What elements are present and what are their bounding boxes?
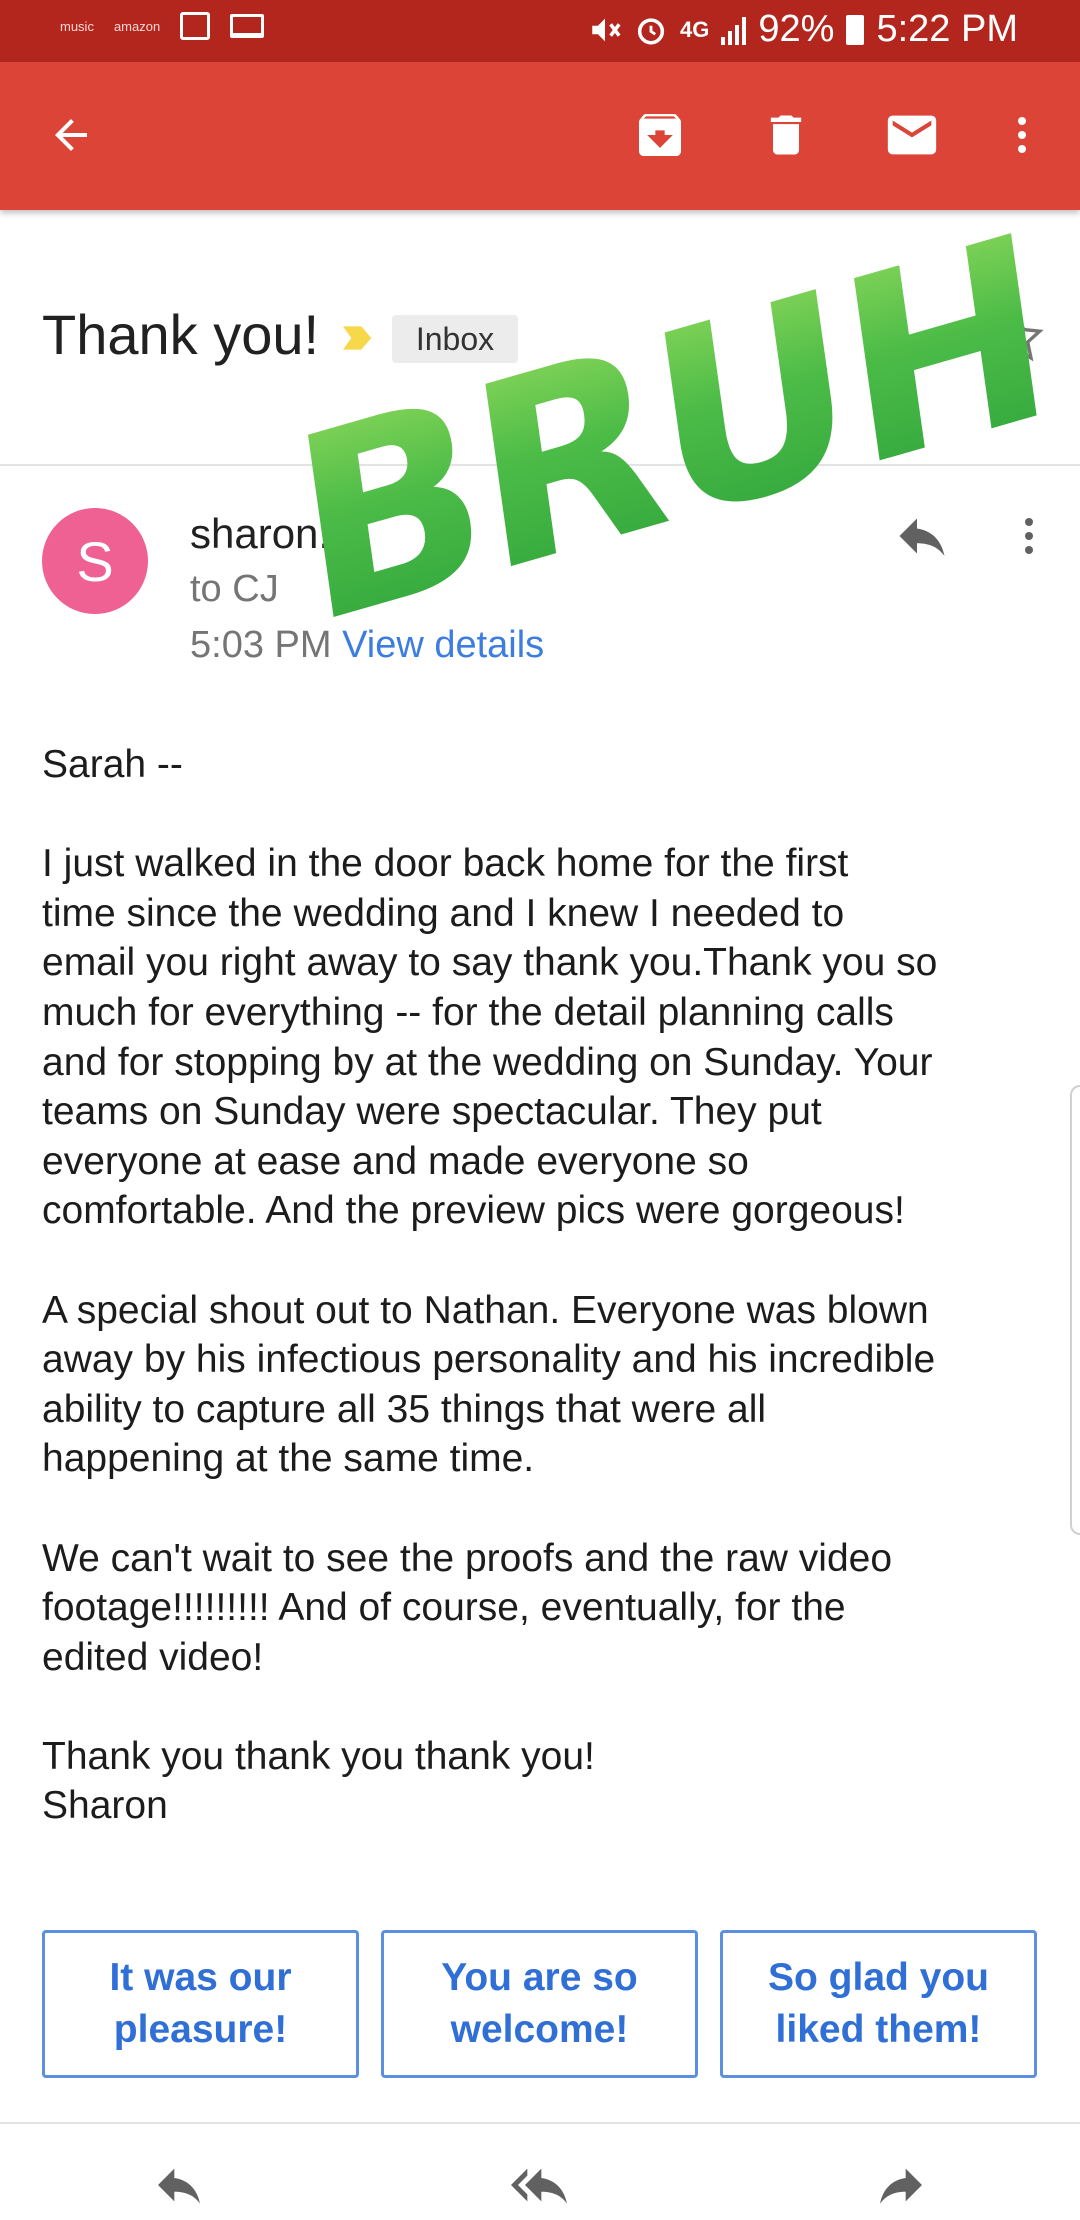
mute-icon: [592, 18, 621, 41]
scrollbar[interactable]: [1070, 1085, 1080, 1535]
body-paragraph: A special shout out to Nathan. Everyone …: [42, 1288, 936, 1481]
star-icon[interactable]: [988, 308, 1046, 371]
bottom-action-bar: [0, 2150, 1080, 2220]
app-bar: [0, 62, 1080, 210]
clock: 5:22 PM: [876, 8, 1018, 50]
body-paragraph: Thank you thank you thank you! Sharon: [42, 1734, 595, 1828]
status-bar-notifications: music amazon: [60, 12, 265, 40]
body-paragraph: Sarah --: [42, 743, 183, 786]
reply-all-icon[interactable]: [504, 2150, 574, 2220]
image-icon: [180, 12, 211, 40]
smart-reply-label: So glad you liked them!: [767, 1956, 989, 2051]
importance-marker-icon[interactable]: [338, 318, 378, 363]
smart-reply-label: You are so welcome!: [441, 1956, 638, 2051]
message-body: Sarah -- I just walked in the door back …: [42, 740, 1052, 1831]
laptop-icon: [230, 14, 265, 38]
reply-icon[interactable]: [892, 506, 952, 571]
forward-icon[interactable]: [866, 2150, 936, 2220]
message-meta: 5:03 PM View details: [190, 624, 544, 667]
sender-name: sharon.: [190, 510, 331, 557]
body-paragraph: We can't wait to see the proofs and the …: [42, 1536, 893, 1679]
message-more-icon[interactable]: [1005, 506, 1053, 571]
divider: [0, 2122, 1080, 2124]
delete-icon[interactable]: [751, 100, 821, 170]
smart-reply-button[interactable]: It was our pleasure!: [42, 1930, 359, 2078]
body-paragraph: I just walked in the door back home for …: [42, 842, 938, 1233]
battery-icon: [846, 14, 865, 45]
mark-unread-icon[interactable]: [877, 100, 947, 170]
view-details-link[interactable]: View details: [342, 624, 544, 666]
avatar[interactable]: S: [42, 508, 148, 614]
amazon-notification-icon: amazon: [113, 18, 161, 34]
status-bar: music amazon 4G 92% 5:22 PM: [0, 0, 1080, 62]
archive-icon[interactable]: [625, 100, 695, 170]
signal-icon: [721, 15, 747, 45]
smart-reply-label: It was our pleasure!: [109, 1956, 292, 2051]
more-vert-icon[interactable]: [987, 100, 1057, 170]
music-notification-icon: music: [60, 18, 94, 34]
inbox-label[interactable]: Inbox: [392, 315, 518, 363]
smart-replies: It was our pleasure! You are so welcome!…: [42, 1930, 1037, 2078]
back-arrow-icon[interactable]: [36, 100, 106, 170]
alarm-icon: [637, 17, 665, 45]
smart-reply-button[interactable]: You are so welcome!: [381, 1930, 698, 2078]
reply-icon[interactable]: [144, 2150, 214, 2220]
recipient-line: to CJ: [190, 568, 279, 610]
battery-percent: 92%: [758, 8, 835, 50]
divider: [0, 464, 1080, 466]
email-subject: Thank you!: [42, 303, 320, 366]
smart-reply-button[interactable]: So glad you liked them!: [720, 1930, 1037, 2078]
message-time: 5:03 PM: [190, 624, 332, 666]
status-bar-system: 4G 92% 5:22 PM: [588, 8, 1018, 51]
network-type: 4G: [680, 16, 710, 42]
sticker-text: BRUH: [278, 178, 1062, 682]
